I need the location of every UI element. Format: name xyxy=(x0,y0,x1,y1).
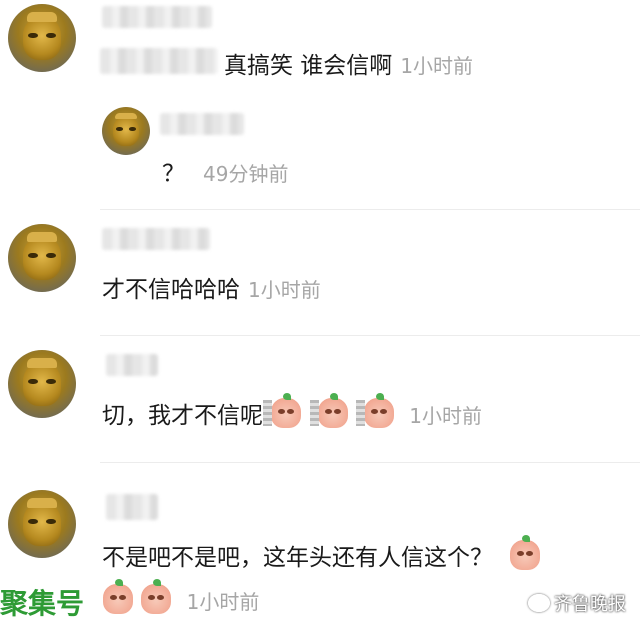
username-blurred[interactable] xyxy=(102,6,212,28)
peach-emoji-icon xyxy=(309,393,348,428)
peach-emoji-icon xyxy=(103,579,133,614)
username-blurred[interactable] xyxy=(106,354,158,376)
comment-text: 真搞笑 谁会信啊 1小时前 xyxy=(224,53,474,79)
reply-text: ？ 49分钟前 xyxy=(162,161,289,187)
watermark-source: 齐鲁晚报 xyxy=(528,590,626,616)
comment-text: 不是吧不是吧，这年头还有人信这个？ xyxy=(102,535,541,572)
divider xyxy=(100,335,640,336)
comment-text: 切，我才不信呢 1小时前 xyxy=(102,393,482,430)
peach-emoji-icon xyxy=(355,393,394,428)
avatar[interactable] xyxy=(8,4,76,72)
divider xyxy=(100,209,640,210)
reply-username-blurred[interactable] xyxy=(160,113,244,135)
avatar[interactable] xyxy=(8,490,76,558)
comment-text: 才不信哈哈哈 1小时前 xyxy=(102,277,321,303)
reply-avatar[interactable] xyxy=(102,107,150,155)
wechat-icon xyxy=(528,594,550,612)
timestamp: 49分钟前 xyxy=(203,162,289,186)
username-blurred[interactable] xyxy=(106,494,158,520)
avatar[interactable] xyxy=(8,350,76,418)
peach-emoji-icon xyxy=(263,393,302,428)
watermark-logo-text: 聚集号 xyxy=(0,587,85,620)
timestamp: 1小时前 xyxy=(400,54,474,78)
timestamp: 1小时前 xyxy=(248,278,321,302)
timestamp: 1小时前 xyxy=(409,404,482,428)
avatar[interactable] xyxy=(8,224,76,292)
username-blurred[interactable] xyxy=(102,228,210,250)
divider xyxy=(100,462,640,463)
comment-text-continued: 1小时前 xyxy=(102,579,260,615)
peach-emoji-icon xyxy=(510,535,541,570)
peach-emoji-icon xyxy=(141,579,172,614)
reply-mention-blurred xyxy=(100,48,218,74)
timestamp: 1小时前 xyxy=(186,590,260,614)
